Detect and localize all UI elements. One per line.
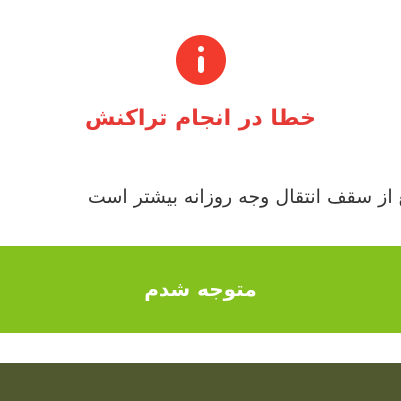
- info-dot: [198, 46, 204, 52]
- info-bar: [198, 56, 204, 73]
- dialog-message: مبلغ از سقف انتقال وجه روزانه بیشتر است: [87, 186, 401, 208]
- dialog-title: خطا در انجام تراکنش: [85, 106, 316, 131]
- confirm-button[interactable]: متوجه شدم: [0, 246, 401, 333]
- dialog-message-area: مبلغ از سقف انتقال وجه روزانه بیشتر است: [0, 180, 401, 216]
- error-info-icon: [176, 35, 226, 85]
- background-bar: [0, 363, 401, 401]
- error-dialog: خطا در انجام تراکنش مبلغ از سقف انتقال و…: [0, 0, 401, 401]
